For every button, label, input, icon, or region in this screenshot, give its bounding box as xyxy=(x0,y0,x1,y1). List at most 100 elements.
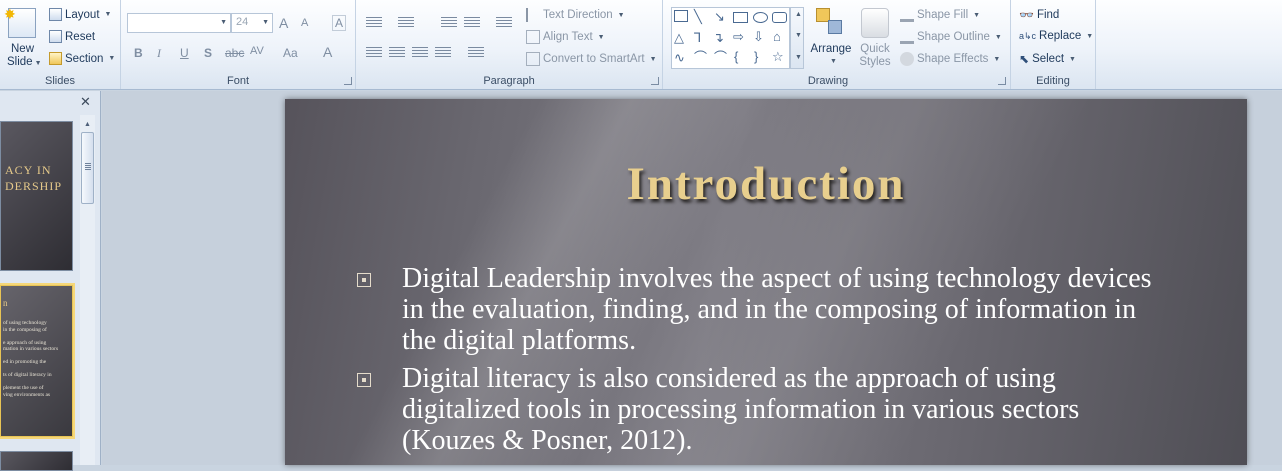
text-direction-button[interactable]: Text Direction ▼ xyxy=(526,8,625,22)
elbow-connector-icon[interactable]: ⅂ xyxy=(694,31,701,44)
paragraph-group: Text Direction ▼ Align Text ▼ Convert to… xyxy=(356,0,663,89)
gallery-more-icon[interactable]: ▼ xyxy=(795,54,802,61)
shape-effects-label: Shape Effects xyxy=(917,53,989,65)
drawing-group-label: Drawing xyxy=(807,75,849,87)
layout-label: Layout xyxy=(65,8,100,21)
shapes-gallery-scroll[interactable]: ▲ ▼ ▼ xyxy=(790,7,804,69)
bullets-icon[interactable] xyxy=(366,17,382,29)
quick-styles-label-2: Styles xyxy=(859,56,891,68)
decrease-indent-icon[interactable] xyxy=(441,17,457,29)
dropdown-caret-icon: ▼ xyxy=(973,11,981,19)
triangle-shape-icon[interactable]: △ xyxy=(674,31,684,44)
star-shape-icon[interactable]: ☆ xyxy=(772,50,784,63)
textbox-shape-icon[interactable] xyxy=(674,10,688,22)
thumb2-heading: n xyxy=(3,298,8,308)
shape-outline-button[interactable]: Shape Outline ▼ xyxy=(900,30,1002,44)
convert-smartart-label: Convert to SmartArt xyxy=(543,53,645,65)
thumb2-lines: of using technology in the composing of e… xyxy=(3,320,58,398)
reset-icon xyxy=(49,30,62,43)
shape-fill-button[interactable]: Shape Fill ▼ xyxy=(900,8,980,22)
drawing-dialog-launcher-icon[interactable] xyxy=(998,77,1006,85)
select-button[interactable]: ⬉ Select ▼ xyxy=(1019,52,1076,66)
thumb2-line: ts of digital literacy in xyxy=(3,372,52,378)
thumb1-title-line2: DERSHIP xyxy=(5,179,63,193)
columns-icon[interactable] xyxy=(468,47,484,59)
character-spacing-button[interactable]: AV xyxy=(250,45,264,57)
underline-button[interactable]: U xyxy=(180,46,189,60)
cursor-arrow-icon: ⬉ xyxy=(1019,52,1030,66)
text-direction-label: Text Direction xyxy=(543,9,613,21)
align-left-icon[interactable] xyxy=(366,47,382,59)
font-color-button[interactable]: A xyxy=(323,44,332,60)
dropdown-caret-icon: ▼ xyxy=(994,33,1002,41)
increase-indent-icon[interactable] xyxy=(464,17,480,29)
scrollbar-thumb[interactable] xyxy=(81,132,94,204)
slide-body[interactable]: Digital Leadership involves the aspect o… xyxy=(357,263,1177,463)
bold-button[interactable]: B xyxy=(134,46,143,60)
dropdown-caret-icon: ▼ xyxy=(1069,55,1076,63)
align-text-button[interactable]: Align Text ▼ xyxy=(526,30,605,44)
right-brace-shape-icon[interactable]: } xyxy=(754,50,758,63)
thumb2-line: ving environments as xyxy=(3,391,51,398)
shapes-gallery[interactable]: ╲ ↘ △ ⅂ ↴ ⇨ ⇩ ⌂ ∿ ⌒ ⌒ { } ☆ xyxy=(671,7,790,69)
star-icon: ✸ xyxy=(4,6,16,22)
shape-fill-label: Shape Fill xyxy=(917,9,969,21)
slide-thumbnail-1[interactable]: ACY IN DERSHIP xyxy=(0,121,73,271)
clear-formatting-button[interactable]: A xyxy=(332,15,347,31)
strikethrough-button[interactable]: abc xyxy=(225,46,244,60)
align-text-icon xyxy=(526,30,540,44)
align-right-icon[interactable] xyxy=(412,47,428,59)
slide-thumbnail-3[interactable] xyxy=(0,451,73,471)
convert-smartart-button[interactable]: Convert to SmartArt ▼ xyxy=(526,52,657,66)
arrow-line-shape-icon[interactable]: ↘ xyxy=(714,10,725,23)
layout-button[interactable]: Layout ▼ xyxy=(49,8,111,21)
quick-styles-label: Quick xyxy=(860,43,890,55)
dropdown-caret-icon: ▼ xyxy=(649,55,657,63)
replace-button[interactable]: a↳c Replace ▼ xyxy=(1019,30,1093,42)
shrink-font-button[interactable]: A xyxy=(301,17,308,29)
shape-effects-button[interactable]: Shape Effects ▼ xyxy=(900,52,1000,66)
justify-icon[interactable] xyxy=(435,47,451,59)
arc-shape-icon[interactable]: ⌒ xyxy=(714,51,727,64)
line-spacing-icon[interactable] xyxy=(496,17,512,29)
section-button[interactable]: Section ▼ xyxy=(49,52,115,65)
scroll-up-icon[interactable]: ▲ xyxy=(795,11,802,18)
grow-font-button[interactable]: A xyxy=(279,15,288,31)
italic-button[interactable]: I xyxy=(157,46,161,61)
right-arrow-shape-icon[interactable]: ⇨ xyxy=(733,30,744,43)
font-name-combo[interactable]: ▼ xyxy=(127,13,231,33)
current-slide[interactable]: Introduction Digital Leadership involves… xyxy=(285,99,1247,465)
rounded-rect-shape-icon[interactable] xyxy=(772,12,787,23)
text-shadow-button[interactable]: S xyxy=(204,46,212,60)
reset-button[interactable]: Reset xyxy=(49,30,95,43)
line-shape-icon[interactable]: ╲ xyxy=(694,10,702,23)
new-slide-button[interactable]: ✸ New Slide ▼ xyxy=(0,0,44,72)
editing-group-label: Editing xyxy=(1036,75,1070,87)
font-group: ▼ 24 ▼ A A A B I U S abc AV Aa A Font xyxy=(121,0,356,89)
scroll-up-icon[interactable]: ▲ xyxy=(80,121,95,131)
scroll-down-icon[interactable]: ▼ xyxy=(795,32,802,39)
elbow-arrow-icon[interactable]: ↴ xyxy=(713,31,724,44)
thumb1-title: ACY IN DERSHIP xyxy=(5,162,62,194)
curve-shape-icon[interactable]: ∿ xyxy=(674,51,685,64)
left-brace-shape-icon[interactable]: { xyxy=(734,50,738,63)
freeform-shape-icon[interactable]: ⌂ xyxy=(773,30,781,43)
slide-thumbnail-pane: ✕ ACY IN DERSHIP n of using technology in… xyxy=(0,91,101,471)
oval-shape-icon[interactable] xyxy=(753,12,768,23)
down-arrow-shape-icon[interactable]: ⇩ xyxy=(753,30,764,43)
close-icon[interactable]: ✕ xyxy=(80,94,91,110)
rectangle-shape-icon[interactable] xyxy=(733,12,748,23)
slide-title[interactable]: Introduction xyxy=(285,157,1247,211)
font-group-label: Font xyxy=(226,75,249,87)
scribble-shape-icon[interactable]: ⌒ xyxy=(694,51,707,64)
numbering-icon[interactable] xyxy=(398,17,414,29)
align-center-icon[interactable] xyxy=(389,47,405,59)
thumbnail-pane-scrollbar[interactable]: ▲ xyxy=(80,115,95,465)
dropdown-caret-icon: ▼ xyxy=(597,33,605,41)
change-case-button[interactable]: Aa xyxy=(283,46,298,60)
find-button[interactable]: 👓 Find xyxy=(1019,8,1059,22)
arrange-button[interactable]: Arrange ▼ xyxy=(809,6,853,68)
quick-styles-button[interactable]: Quick Styles xyxy=(854,6,896,68)
slide-thumbnail-2[interactable]: n of using technology in the composing of… xyxy=(0,283,75,439)
font-size-combo[interactable]: 24 ▼ xyxy=(231,13,273,33)
